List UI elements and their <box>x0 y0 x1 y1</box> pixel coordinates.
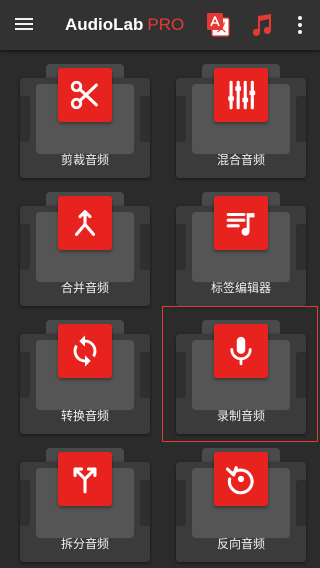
tool-tile-merge[interactable]: 合并音频 <box>20 186 150 308</box>
tile-side-tab <box>296 352 306 398</box>
tool-label: 反向音频 <box>216 537 265 551</box>
tool-label: 合并音频 <box>60 281 109 295</box>
tool-label: 转换音频 <box>60 409 109 423</box>
tool-label: 拆分音频 <box>60 537 109 551</box>
tile-side-tab <box>20 352 30 398</box>
tile-icon-box <box>58 324 112 378</box>
tile-side-tab <box>296 480 306 526</box>
tile-side-tab <box>20 96 30 142</box>
tile-side-tab <box>20 224 30 270</box>
tool-tile-mix[interactable]: 混合音频 <box>176 58 306 180</box>
translate-icon[interactable] <box>206 12 230 38</box>
app-title: AudioLab PRO <box>65 14 184 36</box>
tool-tile-trim[interactable]: 剪裁音频 <box>20 58 150 180</box>
playlist-music-icon <box>226 212 255 236</box>
tile-side-tab <box>176 480 186 526</box>
merge-icon <box>74 210 96 236</box>
tool-tile-convert[interactable]: 转换音频 <box>20 314 150 436</box>
tool-label: 录制音频 <box>216 409 265 423</box>
app-title-main: AudioLab <box>65 15 144 34</box>
tool-label: 混合音频 <box>216 153 265 167</box>
tile-icon-box <box>58 196 112 250</box>
tile-side-tab <box>176 352 186 398</box>
tile-icon-box <box>214 68 268 122</box>
tile-side-tab <box>176 224 186 270</box>
app-bar: AudioLab PRO <box>0 0 320 50</box>
tile-side-tab <box>20 480 30 526</box>
tile-side-tab <box>140 96 150 142</box>
hamburger-menu-icon[interactable] <box>15 16 35 32</box>
history-reverse-icon <box>225 466 254 495</box>
app-title-pro: PRO <box>147 15 185 34</box>
tool-tile-record[interactable]: 录制音频 <box>162 306 318 442</box>
tool-label: 剪裁音频 <box>60 153 109 167</box>
tile-side-tab <box>176 96 186 142</box>
tile-icon-box <box>214 324 268 378</box>
tool-tile-reverse[interactable]: 反向音频 <box>176 442 306 564</box>
call-split-icon <box>73 467 97 494</box>
tile-side-tab <box>296 224 306 270</box>
more-vert-icon[interactable] <box>296 15 304 35</box>
tool-tile-tag-editor[interactable]: 标签编辑器 <box>176 186 306 308</box>
equalizer-icon <box>228 80 256 110</box>
tool-label: 标签编辑器 <box>210 281 271 295</box>
tile-icon-box <box>58 452 112 506</box>
tile-icon-box <box>214 196 268 250</box>
tool-tile-split[interactable]: 拆分音频 <box>20 442 150 564</box>
tile-icon-box <box>58 68 112 122</box>
tile-icon-box <box>214 452 268 506</box>
tile-side-tab <box>140 224 150 270</box>
music-note-icon[interactable] <box>249 13 273 37</box>
tile-side-tab <box>140 352 150 398</box>
sync-icon <box>73 335 97 367</box>
tile-side-tab <box>296 96 306 142</box>
tile-side-tab <box>140 480 150 526</box>
microphone-icon <box>230 336 252 366</box>
scissors-icon <box>70 80 98 110</box>
